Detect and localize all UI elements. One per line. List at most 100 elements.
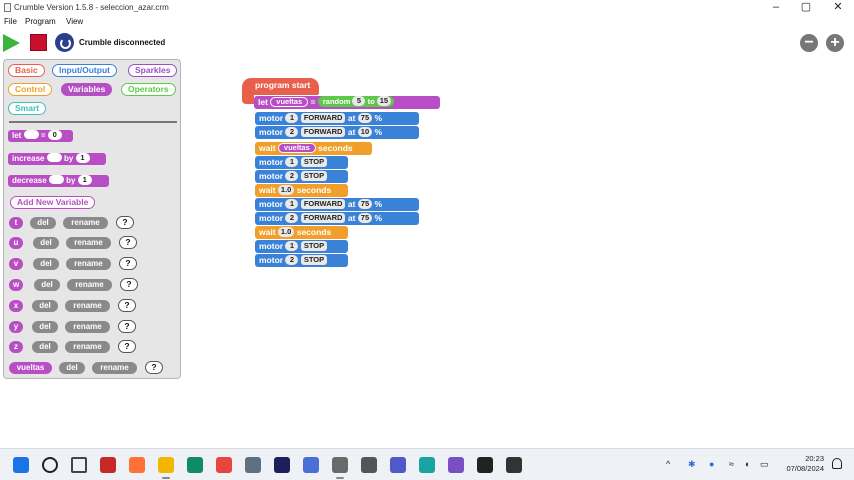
chrome-icon[interactable] xyxy=(216,457,232,473)
motor-direction[interactable]: STOP xyxy=(300,254,328,265)
wifi-icon[interactable]: ≈ xyxy=(729,459,734,469)
wait-num-block[interactable]: wait 1.0 seconds xyxy=(255,226,348,239)
app-icon-3[interactable] xyxy=(477,457,493,473)
let-block[interactable]: let = 0 xyxy=(8,129,73,142)
help-button[interactable]: ? xyxy=(118,320,136,333)
motor-number[interactable]: 2 xyxy=(285,212,299,223)
app-icon[interactable] xyxy=(419,457,435,473)
category-smart[interactable]: Smart xyxy=(8,102,47,115)
increase-value[interactable]: 1 xyxy=(75,152,90,163)
motor-speed[interactable]: 10 xyxy=(357,126,373,137)
motor-direction[interactable]: STOP xyxy=(300,170,328,181)
variable-u[interactable]: u xyxy=(9,237,23,249)
delete-variable-button[interactable]: del xyxy=(34,279,60,291)
file-explorer-icon[interactable] xyxy=(158,457,174,473)
rename-variable-button[interactable]: rename xyxy=(92,362,137,374)
help-button[interactable]: ? xyxy=(120,278,138,291)
delete-variable-button[interactable]: del xyxy=(33,237,59,249)
category-input-output[interactable]: Input/Output xyxy=(52,64,117,77)
help-button[interactable]: ? xyxy=(118,340,136,353)
variable-vueltas[interactable]: vueltas xyxy=(9,362,52,374)
wait-var-block[interactable]: wait vueltas seconds xyxy=(255,142,372,155)
battery-icon[interactable]: ▭ xyxy=(760,459,769,470)
motor-number[interactable]: 2 xyxy=(285,170,299,181)
notification-icon[interactable] xyxy=(832,458,842,469)
motor-fwd-block[interactable]: motor 2 FORWARD at 10 % xyxy=(255,126,419,139)
motor-direction[interactable]: STOP xyxy=(300,240,328,251)
motor-direction[interactable]: FORWARD xyxy=(300,198,346,209)
firefox-icon[interactable] xyxy=(129,457,145,473)
decrease-block[interactable]: decrease by 1 xyxy=(8,174,109,187)
vscode-icon[interactable] xyxy=(303,457,319,473)
wait-value[interactable]: 1.0 xyxy=(277,226,295,237)
category-control[interactable]: Control xyxy=(8,83,53,96)
wait-num-block[interactable]: wait 1.0 seconds xyxy=(255,184,348,197)
delete-variable-button[interactable]: del xyxy=(59,362,85,374)
let-random-block[interactable]: let vueltas = random 5 to 15 xyxy=(254,96,440,109)
variable-t[interactable]: t xyxy=(9,217,23,229)
variable-slot[interactable] xyxy=(46,153,62,163)
menu-view[interactable]: View xyxy=(66,17,83,26)
category-basic[interactable]: Basic xyxy=(8,64,45,77)
variable-slot[interactable] xyxy=(48,175,64,185)
add-new-variable-button[interactable]: Add New Variable xyxy=(10,196,96,209)
variable-x[interactable]: x xyxy=(9,300,23,312)
edge-icon[interactable] xyxy=(187,457,203,473)
teams-icon[interactable] xyxy=(390,457,406,473)
motor-direction[interactable]: FORWARD xyxy=(300,126,346,137)
motor-stop-block[interactable]: motor 1 STOP xyxy=(255,156,348,169)
motor-fwd-block[interactable]: motor 2 FORWARD at 75 % xyxy=(255,212,419,225)
stop-button[interactable] xyxy=(30,34,47,51)
help-button[interactable]: ? xyxy=(145,361,163,374)
increase-block[interactable]: increase by 1 xyxy=(8,152,106,165)
rename-variable-button[interactable]: rename xyxy=(65,341,110,353)
let-value[interactable]: 0 xyxy=(47,129,62,140)
motor-number[interactable]: 1 xyxy=(285,198,299,209)
help-button[interactable]: ? xyxy=(116,216,134,229)
motor-number[interactable]: 1 xyxy=(285,156,299,167)
rename-variable-button[interactable]: rename xyxy=(65,321,110,333)
motor-stop-block[interactable]: motor 2 STOP xyxy=(255,170,348,183)
variable-pill[interactable]: vueltas xyxy=(270,96,309,107)
pinned-app-icon[interactable] xyxy=(100,457,116,473)
reconnect-icon[interactable] xyxy=(55,33,74,52)
app-icon-2[interactable] xyxy=(448,457,464,473)
menu-program[interactable]: Program xyxy=(25,17,56,26)
variable-v[interactable]: v xyxy=(9,258,23,270)
decrease-value[interactable]: 1 xyxy=(77,174,92,185)
variable-z[interactable]: z xyxy=(9,341,23,353)
motor-speed[interactable]: 75 xyxy=(357,112,373,123)
windows-start-icon[interactable] xyxy=(13,457,29,473)
rename-variable-button[interactable]: rename xyxy=(67,279,112,291)
inkscape-icon[interactable] xyxy=(361,457,377,473)
variable-w[interactable]: w xyxy=(9,279,24,291)
close-button[interactable]: ✕ xyxy=(831,1,845,13)
delete-variable-button[interactable]: del xyxy=(33,258,59,270)
category-operators[interactable]: Operators xyxy=(121,83,176,96)
motor-fwd-block[interactable]: motor 1 FORWARD at 75 % xyxy=(255,112,419,125)
zoom-out-button[interactable]: − xyxy=(800,34,818,52)
variable-y[interactable]: y xyxy=(9,321,23,333)
rename-variable-button[interactable]: rename xyxy=(66,237,111,249)
motor-number[interactable]: 2 xyxy=(285,254,299,265)
help-button[interactable]: ? xyxy=(119,257,137,270)
delete-variable-button[interactable]: del xyxy=(32,300,58,312)
random-from[interactable]: 5 xyxy=(352,96,366,107)
delete-variable-button[interactable]: del xyxy=(32,341,58,353)
help-button[interactable]: ? xyxy=(118,299,136,312)
motor-stop-block[interactable]: motor 1 STOP xyxy=(255,240,348,253)
task-view-icon[interactable] xyxy=(71,457,87,473)
bluetooth-icon[interactable]: ✱ xyxy=(688,459,696,470)
crumble-icon[interactable] xyxy=(332,457,348,473)
variable-pill[interactable]: vueltas xyxy=(277,142,316,153)
play-button[interactable] xyxy=(3,34,20,52)
category-variables[interactable]: Variables xyxy=(61,83,113,96)
volume-icon[interactable]: ◖ xyxy=(744,459,749,469)
motor-direction[interactable]: STOP xyxy=(300,156,328,167)
audition-icon[interactable] xyxy=(274,457,290,473)
rename-variable-button[interactable]: rename xyxy=(65,300,110,312)
tray-overflow-icon[interactable]: ^ xyxy=(666,459,670,469)
rename-variable-button[interactable]: rename xyxy=(63,217,108,229)
motor-stop-block[interactable]: motor 2 STOP xyxy=(255,254,348,267)
microphone-icon[interactable]: ● xyxy=(709,459,714,469)
